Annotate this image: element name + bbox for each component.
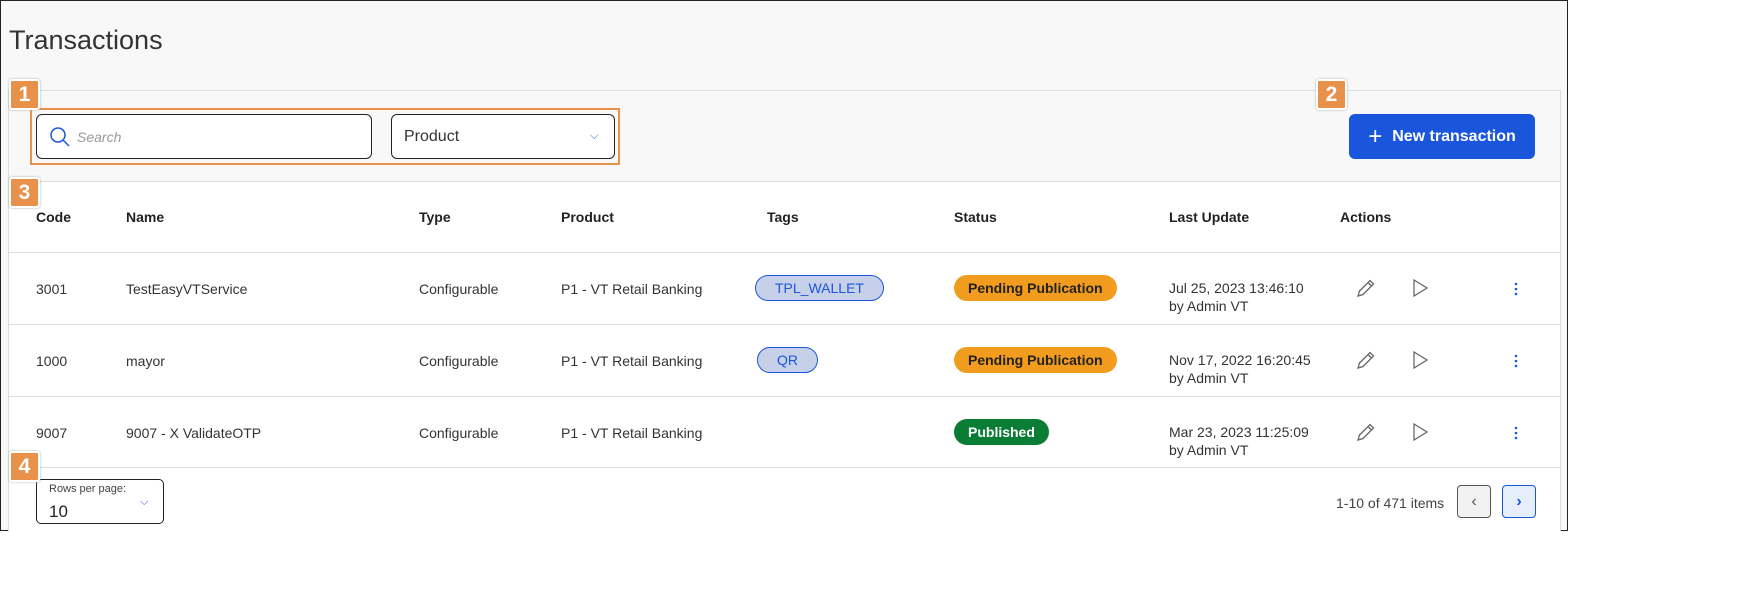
header-status: Status (954, 209, 997, 225)
table-row: 3001 TestEasyVTService Configurable P1 -… (9, 252, 1560, 324)
next-page-button[interactable]: › (1502, 485, 1536, 518)
status-badge: Pending Publication (954, 347, 1117, 373)
table-row: 9007 9007 - X ValidateOTP Configurable P… (9, 396, 1560, 468)
header-actions: Actions (1340, 209, 1392, 225)
annotation-badge-2: 2 (1316, 79, 1347, 110)
annotation-badge-4: 4 (9, 451, 40, 482)
more-vertical-icon[interactable] (1512, 281, 1520, 297)
tag-chip: QR (757, 347, 818, 373)
cell-code: 9007 (36, 425, 68, 441)
rows-per-page-value: 10 (49, 502, 68, 521)
update-date: Nov 17, 2022 16:20:45 (1169, 352, 1311, 368)
cell-name: mayor (126, 353, 165, 369)
chevron-down-icon: ⌵ (140, 496, 149, 508)
cell-product: P1 - VT Retail Banking (561, 425, 703, 441)
run-play-icon[interactable] (1409, 421, 1431, 443)
cell-type: Configurable (419, 353, 499, 369)
page-title: Transactions (9, 25, 163, 55)
prev-page-button[interactable]: ‹ (1457, 485, 1491, 518)
edit-pencil-icon[interactable] (1355, 421, 1377, 443)
update-user: by Admin VT (1169, 298, 1249, 314)
run-play-icon[interactable] (1409, 277, 1431, 299)
cell-last-update: Nov 17, 2022 16:20:45 by Admin VT (1169, 351, 1311, 387)
edit-pencil-icon[interactable] (1355, 277, 1377, 299)
cell-last-update: Jul 25, 2023 13:46:10 by Admin VT (1169, 279, 1304, 315)
cell-name: 9007 - X ValidateOTP (126, 425, 262, 441)
cell-name: TestEasyVTService (126, 281, 248, 297)
table-footer: Rows per page: 10 ⌵ 1-10 of 471 items ‹ … (9, 467, 1560, 533)
edit-pencil-icon[interactable] (1355, 349, 1377, 371)
cell-code: 3001 (36, 281, 68, 297)
annotation-badge-1: 1 (9, 79, 40, 110)
page: Transactions Product ⌵ + New transaction… (0, 0, 1568, 532)
update-user: by Admin VT (1169, 370, 1249, 386)
transactions-card: Product ⌵ + New transaction Code Name Ty… (8, 90, 1561, 532)
update-date: Mar 23, 2023 11:25:09 (1169, 424, 1309, 440)
more-vertical-icon[interactable] (1512, 425, 1520, 441)
status-badge: Published (954, 419, 1049, 445)
header-type: Type (419, 209, 451, 225)
cell-type: Configurable (419, 425, 499, 441)
rows-per-page-select[interactable]: Rows per page: 10 ⌵ (36, 479, 164, 524)
header-tags: Tags (767, 209, 799, 225)
rows-per-page-label: Rows per page: (49, 483, 127, 495)
pagination-count: 1-10 of 471 items (1336, 495, 1445, 511)
update-date: Jul 25, 2023 13:46:10 (1169, 280, 1304, 296)
tag-chip: TPL_WALLET (755, 275, 884, 301)
run-play-icon[interactable] (1409, 349, 1431, 371)
cell-code: 1000 (36, 353, 68, 369)
status-badge: Pending Publication (954, 275, 1117, 301)
new-transaction-label: New transaction (1392, 127, 1516, 145)
cell-type: Configurable (419, 281, 499, 297)
cell-last-update: Mar 23, 2023 11:25:09 by Admin VT (1169, 423, 1309, 459)
header-code: Code (36, 209, 71, 225)
header-name: Name (126, 209, 165, 225)
annotation-highlight-filters (30, 108, 620, 165)
cell-product: P1 - VT Retail Banking (561, 353, 703, 369)
update-user: by Admin VT (1169, 442, 1249, 458)
table-row: 1000 mayor Configurable P1 - VT Retail B… (9, 324, 1560, 396)
plus-icon: + (1368, 122, 1383, 150)
cell-product: P1 - VT Retail Banking (561, 281, 703, 297)
header-product: Product (561, 209, 614, 225)
new-transaction-button[interactable]: + New transaction (1349, 114, 1535, 159)
header-last-update: Last Update (1169, 209, 1250, 225)
annotation-badge-3: 3 (9, 177, 40, 208)
more-vertical-icon[interactable] (1512, 353, 1520, 369)
